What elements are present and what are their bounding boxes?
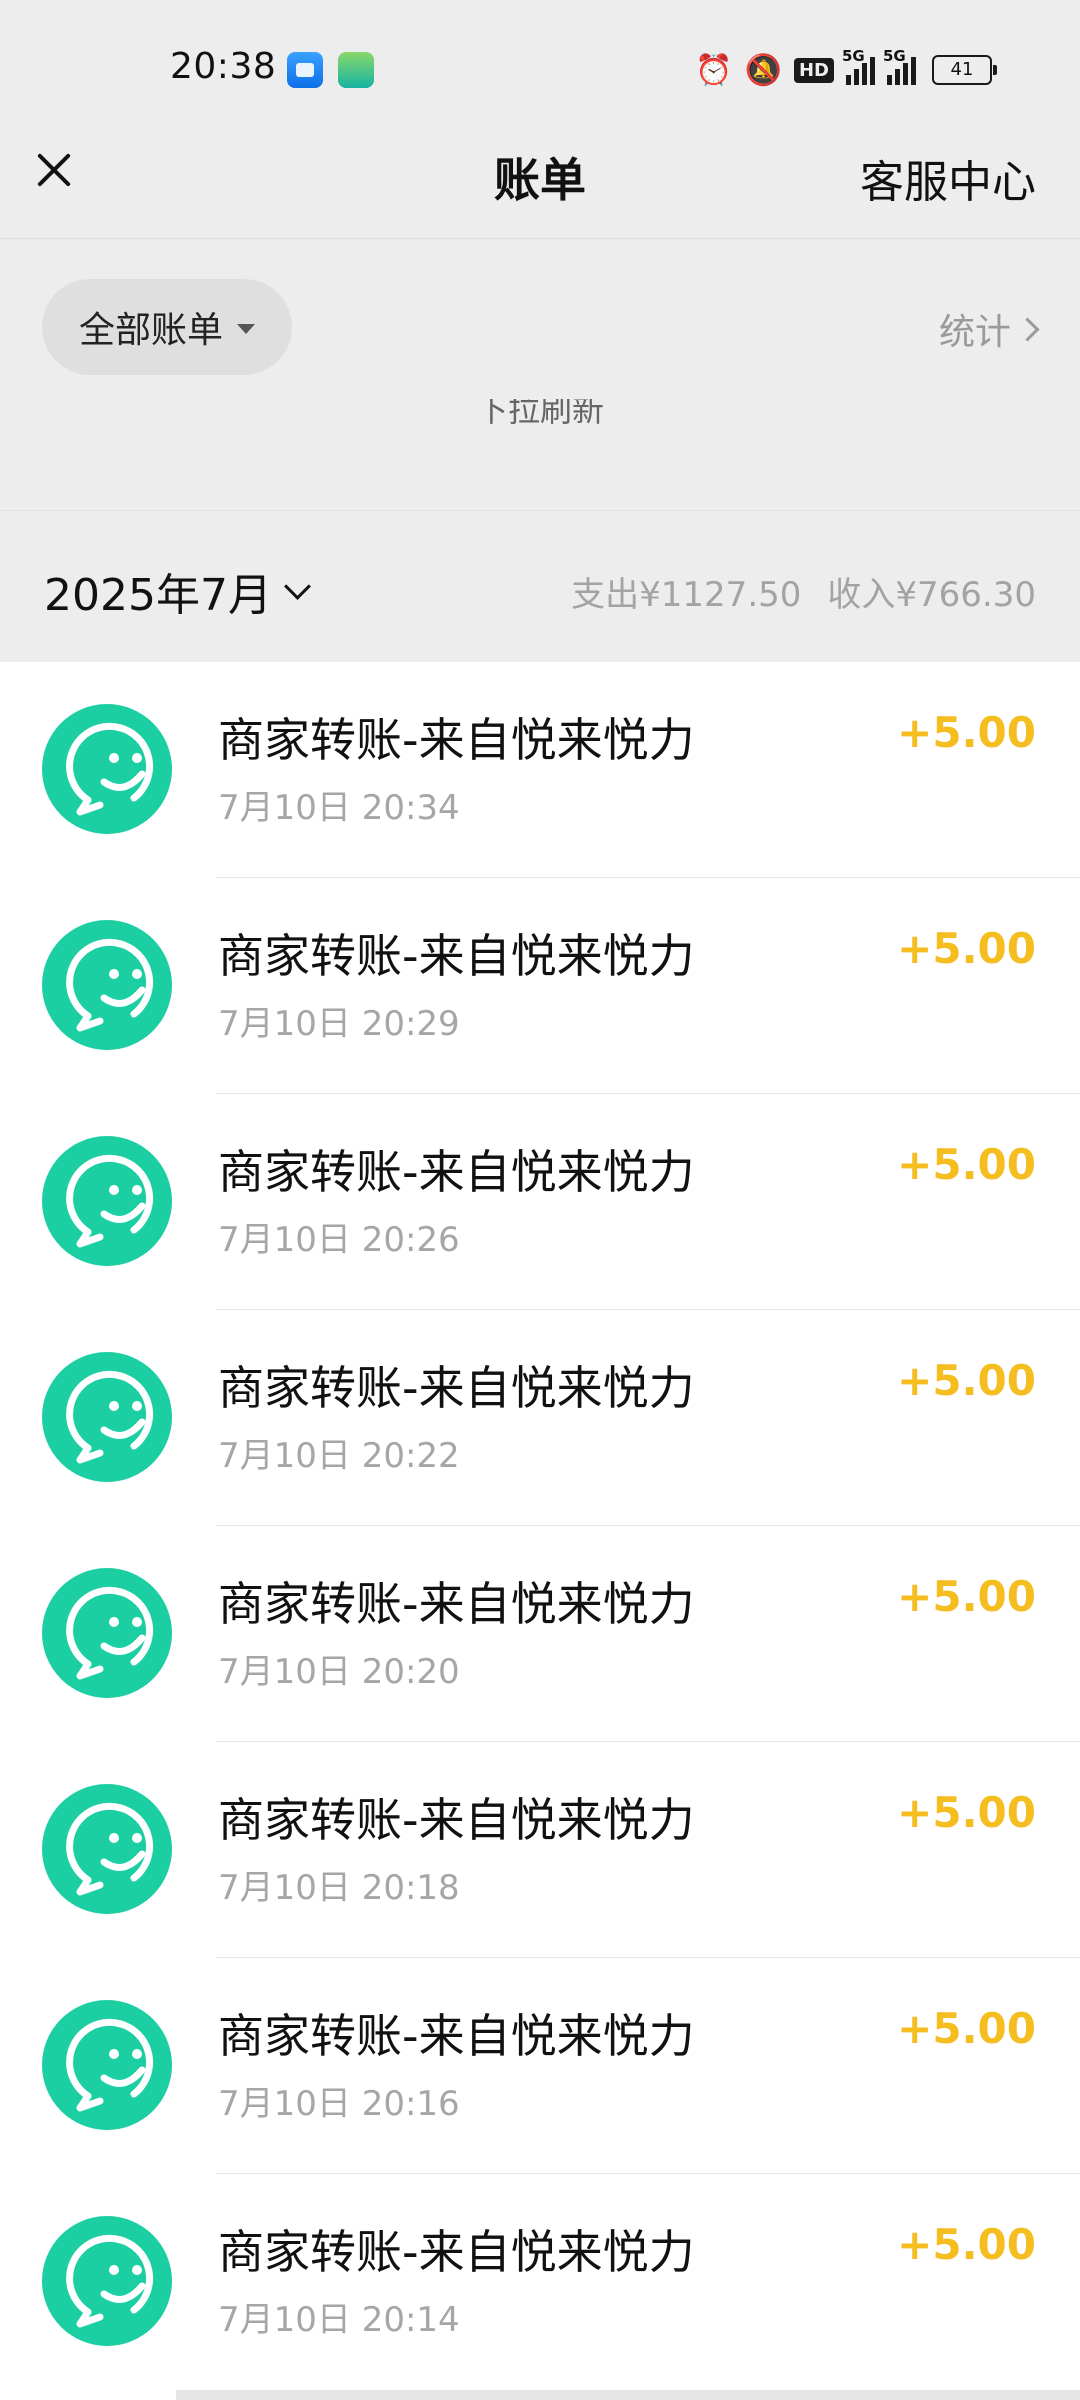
transaction-amount: +5.00 [897, 708, 1036, 757]
app-icon-blue [287, 52, 323, 88]
signal-label: 5G [883, 47, 906, 65]
battery-icon: 41 [932, 55, 997, 85]
month-header: 2025年7月 支出¥1127.50 收入¥766.30 [0, 510, 1080, 663]
status-indicators: ⏰ 🔕 HD 5G 5G 41 [695, 47, 997, 90]
filter-area: 全部账单 统计 下拉刷新 [0, 238, 1080, 511]
close-icon[interactable] [24, 140, 84, 200]
month-selector[interactable]: 2025年7月 [44, 559, 311, 623]
transaction-time: 7月10日 20:14 [218, 2300, 460, 2340]
chat-smile-icon [42, 1136, 172, 1266]
list-item[interactable]: 商家转账-来自悦来悦力 7月10日 20:29 +5.00 [0, 878, 1080, 1094]
list-item[interactable]: 商家转账-来自悦来悦力 7月10日 20:20 +5.00 [0, 1526, 1080, 1742]
signal-icon: 5G [883, 47, 916, 85]
transaction-title: 商家转账-来自悦来悦力 [218, 2009, 695, 2063]
chat-smile-icon [42, 1784, 172, 1914]
transaction-time: 7月10日 20:29 [218, 1004, 460, 1044]
pull-refresh-text: 下拉刷新 [475, 399, 604, 429]
transaction-amount: +5.00 [897, 1356, 1036, 1405]
mute-icon: 🔕 [744, 52, 782, 88]
transaction-amount: +5.00 [897, 1788, 1036, 1837]
transaction-list: 商家转账-来自悦来悦力 7月10日 20:34 +5.00 商家转账-来自悦来悦… [0, 662, 1080, 2390]
list-item[interactable]: 商家转账-来自悦来悦力 7月10日 20:26 +5.00 [0, 1094, 1080, 1310]
transaction-amount: +5.00 [897, 2220, 1036, 2269]
chat-smile-icon [42, 2216, 172, 2346]
caret-down-icon [237, 324, 255, 334]
transaction-time: 7月10日 20:26 [218, 1220, 460, 1260]
chevron-down-icon [284, 572, 311, 600]
transaction-title: 商家转账-来自悦来悦力 [218, 1361, 695, 1415]
customer-service-button[interactable]: 客服中心 [860, 146, 1036, 210]
chat-smile-icon [42, 2000, 172, 2130]
bill-filter-label: 全部账单 [78, 310, 223, 351]
next-item-edge [176, 2390, 1080, 2400]
chat-smile-icon [42, 920, 172, 1050]
nav-bar: 账单 客服中心 [0, 110, 1080, 238]
month-income: 收入¥766.30 [827, 575, 1036, 615]
bill-filter-dropdown[interactable]: 全部账单 [42, 279, 292, 375]
hd-icon: HD [793, 57, 834, 83]
month-expense: 支出¥1127.50 [571, 575, 802, 615]
chat-smile-icon [42, 1352, 172, 1482]
transaction-title: 商家转账-来自悦来悦力 [218, 2225, 695, 2279]
list-item[interactable]: 商家转账-来自悦来悦力 7月10日 20:22 +5.00 [0, 1310, 1080, 1526]
list-item[interactable]: 商家转账-来自悦来悦力 7月10日 20:16 +5.00 [0, 1958, 1080, 2174]
transaction-title: 商家转账-来自悦来悦力 [218, 929, 695, 983]
transaction-title: 商家转账-来自悦来悦力 [218, 1145, 695, 1199]
transaction-time: 7月10日 20:34 [218, 788, 460, 828]
transaction-time: 7月10日 20:22 [218, 1436, 460, 1476]
app-icon-green [338, 52, 374, 88]
statistics-link[interactable]: 统计 [938, 303, 1040, 355]
list-item[interactable]: 商家转账-来自悦来悦力 7月10日 20:18 +5.00 [0, 1742, 1080, 1958]
signal-icon: 5G [842, 47, 875, 85]
statistics-label: 统计 [938, 312, 1011, 353]
chevron-right-icon [1015, 316, 1040, 342]
transaction-title: 商家转账-来自悦来悦力 [218, 713, 695, 767]
transaction-time: 7月10日 20:18 [218, 1868, 460, 1908]
transaction-amount: +5.00 [897, 2004, 1036, 2053]
list-item[interactable]: 商家转账-来自悦来悦力 7月10日 20:34 +5.00 [0, 662, 1080, 878]
month-summary: 支出¥1127.50 收入¥766.30 [571, 567, 1036, 616]
chat-smile-icon [42, 704, 172, 834]
status-time: 20:38 [170, 46, 277, 87]
alarm-icon: ⏰ [695, 52, 733, 88]
transaction-time: 7月10日 20:16 [218, 2084, 460, 2124]
list-item[interactable]: 商家转账-来自悦来悦力 7月10日 20:14 +5.00 [0, 2174, 1080, 2390]
pull-refresh-hint: 下拉刷新 [0, 399, 1080, 429]
transaction-amount: +5.00 [897, 1140, 1036, 1189]
chat-smile-icon [42, 1568, 172, 1698]
transaction-amount: +5.00 [897, 1572, 1036, 1621]
transaction-time: 7月10日 20:20 [218, 1652, 460, 1692]
signal-label: 5G [842, 47, 865, 65]
month-label: 2025年7月 [44, 570, 272, 621]
transaction-amount: +5.00 [897, 924, 1036, 973]
transaction-title: 商家转账-来自悦来悦力 [218, 1577, 695, 1631]
transaction-title: 商家转账-来自悦来悦力 [218, 1793, 695, 1847]
